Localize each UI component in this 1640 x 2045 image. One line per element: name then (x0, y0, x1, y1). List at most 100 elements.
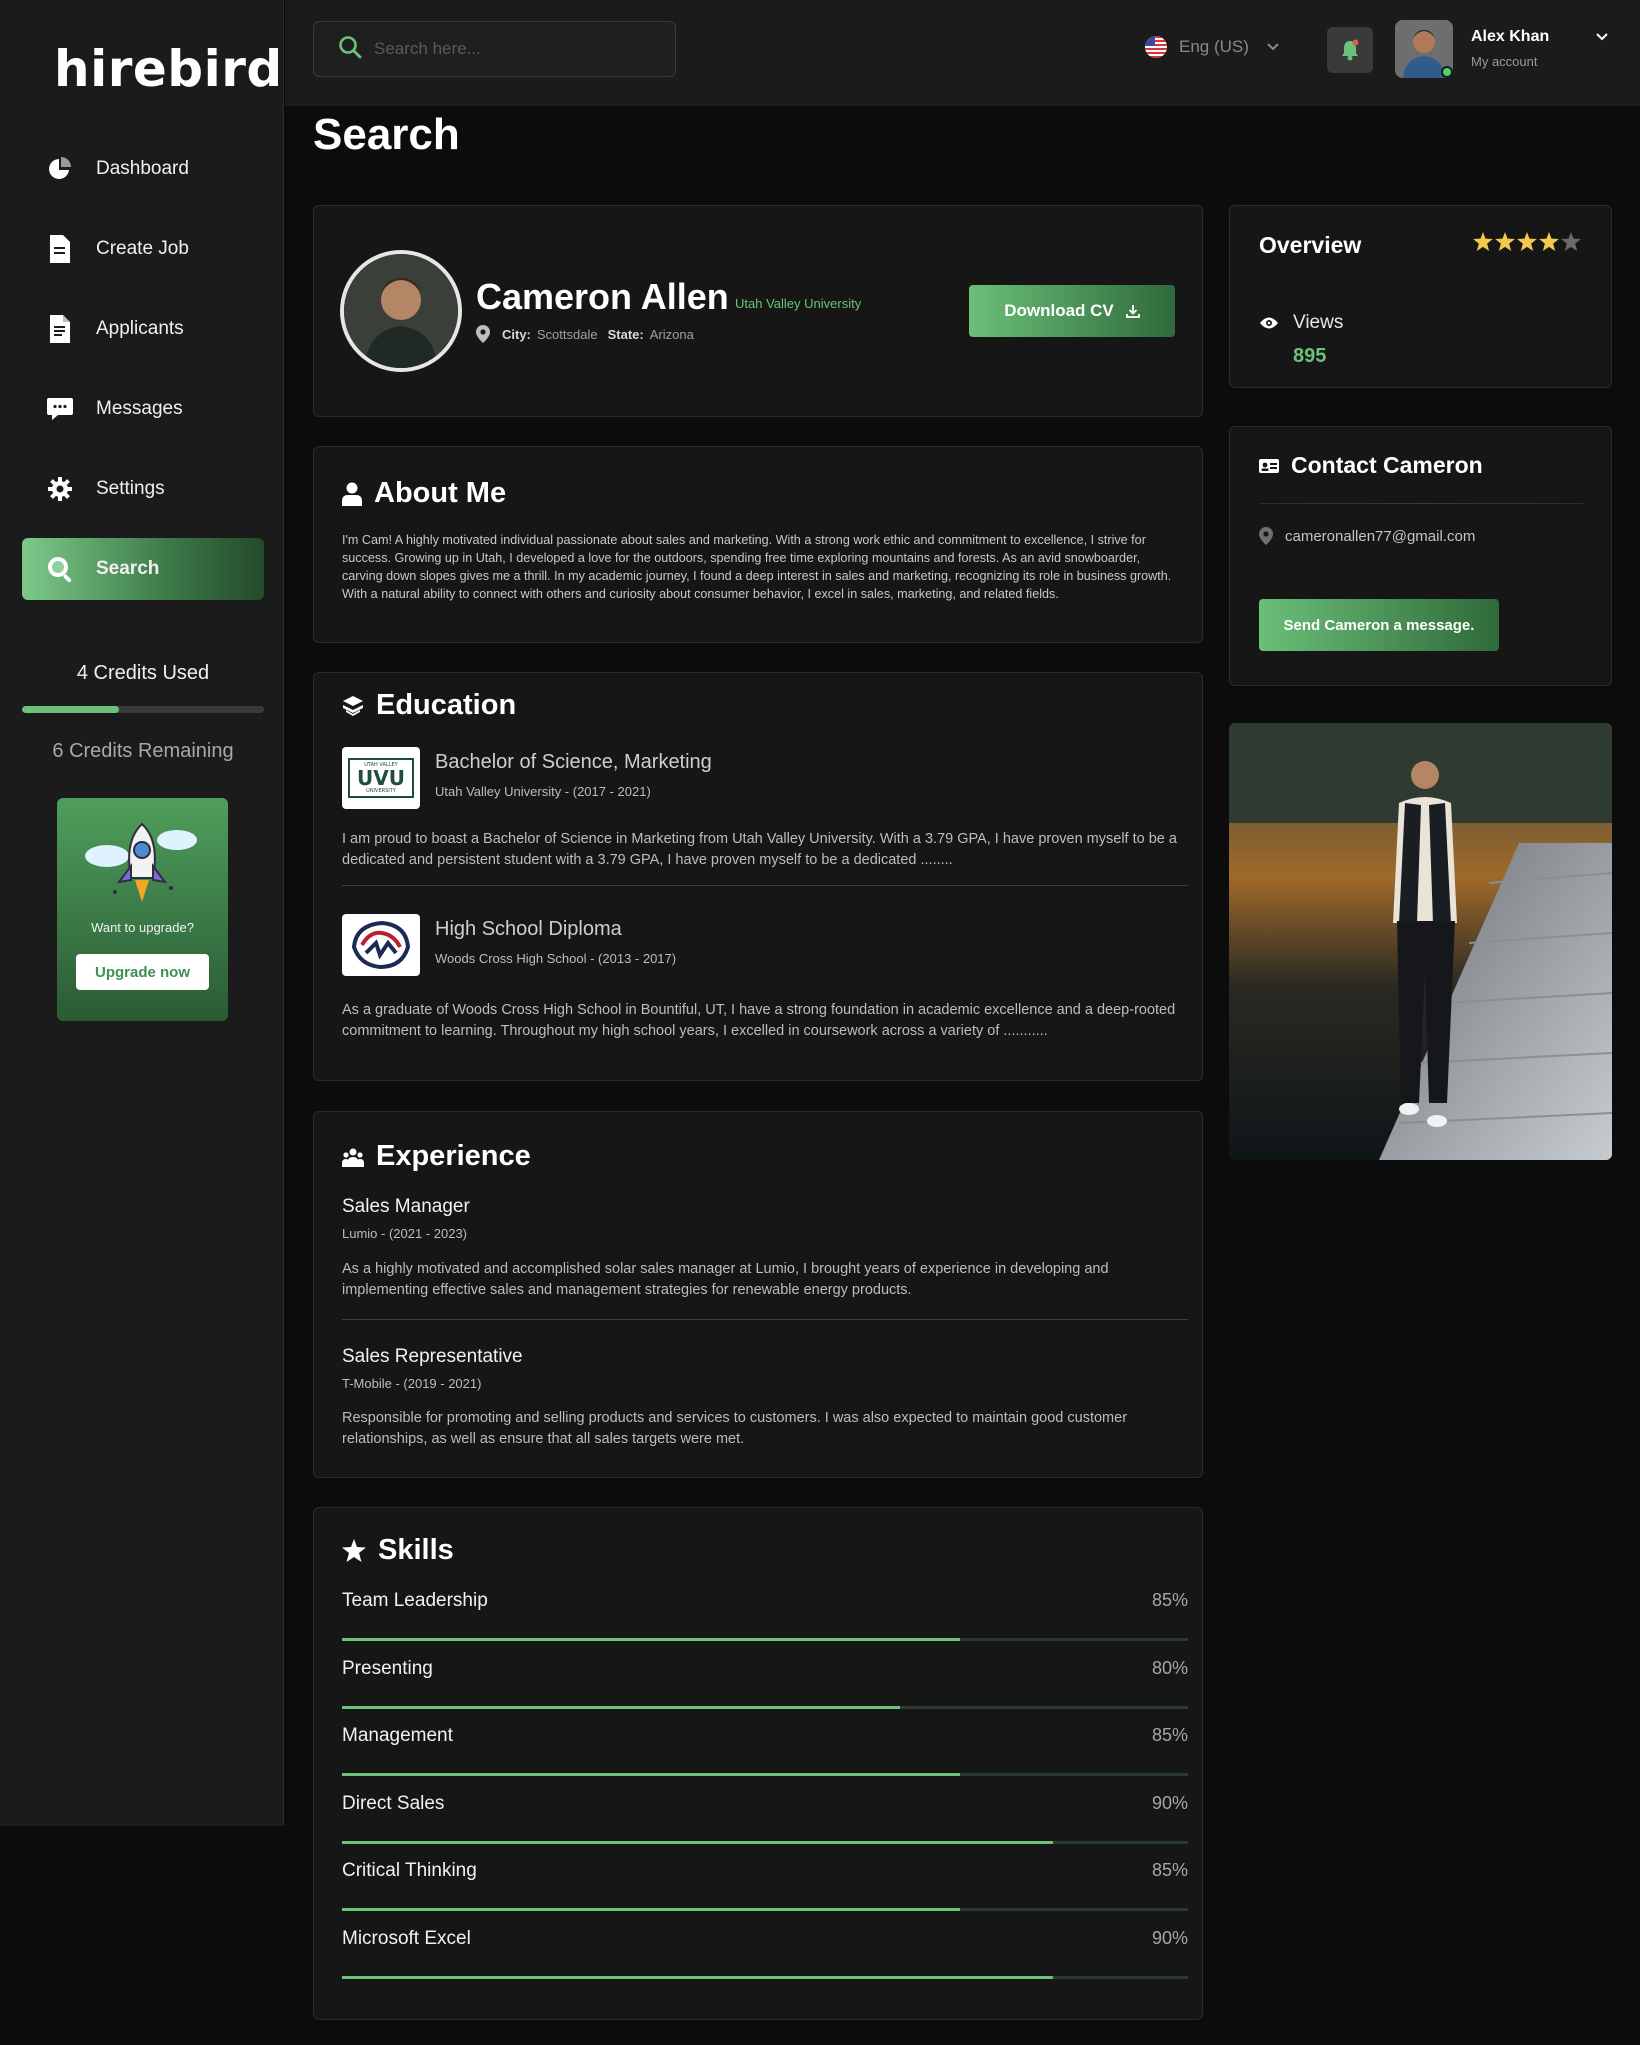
skill-label: Management (342, 1725, 453, 1746)
education-item: UTAH VALLEY UVU UNIVERSITY Bachelor of S… (342, 747, 1188, 868)
education-heading: Education (342, 689, 516, 722)
experience-role: Sales Manager (342, 1196, 470, 1217)
skill-label: Critical Thinking (342, 1860, 477, 1881)
sidebar-item-label: Create Job (96, 238, 189, 259)
layers-icon (342, 695, 364, 717)
skill-progress-bar (342, 1908, 1188, 1911)
education-card: Education UTAH VALLEY UVU UNIVERSITY Bac… (313, 672, 1203, 1081)
document-lines-icon (46, 315, 74, 343)
education-degree: High School Diploma (435, 918, 622, 940)
views-label: Views (1259, 312, 1343, 334)
sidebar-item-label: Settings (96, 478, 165, 499)
sidebar: hirebird Dashboard Create Job Applicants… (0, 0, 284, 1826)
education-school: Woods Cross High School - (2013 - 2017) (435, 951, 677, 966)
location-pin-icon (476, 325, 490, 343)
uvu-logo-text: UVU (357, 766, 405, 790)
skill-percent: 85% (1151, 1725, 1188, 1745)
download-cv-button[interactable]: Download CV (969, 285, 1175, 337)
state-value: Arizona (649, 326, 694, 342)
skill-progress-fill (342, 1840, 1053, 1844)
skill-progress-fill (342, 1705, 901, 1709)
document-icon (46, 235, 74, 263)
chevron-down-icon[interactable] (1596, 28, 1608, 46)
about-me-card: About Me I'm Cam! A highly motivated ind… (313, 446, 1203, 643)
experience-divider (342, 1319, 1188, 1320)
skill-percent: 90% (1151, 1792, 1188, 1813)
sidebar-item-label: Search (96, 558, 160, 579)
search-input[interactable] (374, 39, 634, 59)
user-name: Alex Khan (1471, 28, 1550, 45)
city-label: City: (502, 326, 531, 342)
skill-progress-fill (342, 1773, 960, 1776)
star-empty-icon (1561, 232, 1581, 256)
sidebar-item-create-job[interactable]: Create Job (22, 218, 264, 280)
user-icon (342, 482, 362, 506)
candidate-full-photo (1229, 723, 1612, 1160)
skill-progress-bar (342, 1975, 1188, 1979)
notifications-button[interactable] (1327, 27, 1373, 73)
skills-card: Skills Team Leadership 85% Presenting 80% Ma… (313, 1507, 1203, 2020)
credits-remaining-label: 6 Credits Remaining (52, 740, 234, 762)
experience-card: Experience Sales Manager Lumio - (2021 -… (313, 1111, 1203, 1478)
views-text: Views (1293, 312, 1344, 333)
sidebar-item-dashboard[interactable]: Dashboard (22, 138, 264, 200)
experience-description: As a highly motivated and accomplished s… (342, 1261, 1109, 1298)
skills-title: Skills (378, 1534, 454, 1566)
language-selector[interactable]: Eng (US) (1145, 36, 1279, 58)
upgrade-now-button[interactable]: Upgrade now (76, 954, 209, 990)
page-title: Search (313, 110, 460, 159)
candidate-university[interactable]: Utah Valley University (735, 296, 861, 311)
bell-icon (1340, 39, 1360, 61)
star-filled-icon (1539, 232, 1559, 256)
skill-progress-bar (342, 1773, 1188, 1776)
user-avatar[interactable] (1395, 20, 1453, 78)
sidebar-item-applicants[interactable]: Applicants (22, 298, 264, 360)
profile-photo (340, 250, 462, 372)
chat-bubble-icon (46, 395, 74, 423)
skill-progress-bar (342, 1840, 1188, 1844)
experience-heading: Experience (342, 1140, 531, 1173)
location-pin-icon (1259, 527, 1273, 545)
skill-item: Critical Thinking 85% (342, 1860, 1188, 1911)
education-degree: Bachelor of Science, Marketing (435, 751, 712, 773)
sidebar-item-messages[interactable]: Messages (22, 378, 264, 440)
star-icon (342, 1539, 366, 1562)
rocket-illustration (85, 822, 197, 902)
overview-card: Overview Views 895 (1229, 205, 1612, 388)
search-box[interactable] (313, 21, 676, 77)
contact-card: Contact Cameron cameronallen77@gmail.com… (1229, 426, 1612, 686)
gear-icon (46, 475, 74, 503)
education-description: I am proud to boast a Bachelor of Scienc… (342, 831, 1177, 868)
online-status-dot (1441, 66, 1453, 78)
star-filled-icon (1517, 232, 1537, 256)
education-item: High School Diploma Woods Cross High Sch… (342, 914, 1188, 1054)
id-card-icon (1259, 458, 1279, 474)
sidebar-item-label: Applicants (96, 318, 184, 339)
sidebar-item-label: Messages (96, 398, 183, 419)
education-school: Utah Valley University - (2017 - 2021) (435, 784, 651, 799)
download-cv-label: Download CV (1004, 301, 1114, 320)
experience-title: Experience (376, 1140, 531, 1172)
contact-email[interactable]: cameronallen77@gmail.com (1259, 527, 1475, 545)
hirebird-logo[interactable]: hirebird (54, 40, 283, 98)
skill-progress-fill (342, 1908, 960, 1911)
education-title: Education (376, 689, 517, 721)
skill-progress-fill (342, 1975, 1053, 1979)
experience-role: Sales Representative (342, 1346, 523, 1367)
skill-progress-bar (342, 1638, 1188, 1641)
credits-used-label: 4 Credits Used (76, 662, 210, 684)
rating-stars (1473, 232, 1581, 256)
search-icon (338, 35, 362, 64)
sidebar-item-settings[interactable]: Settings (22, 458, 264, 520)
sidebar-nav: Dashboard Create Job Applicants Messages… (22, 138, 264, 618)
city-value: Scottsdale (536, 326, 598, 342)
upgrade-card: Want to upgrade? Upgrade now (57, 798, 228, 1021)
skill-progress-bar (342, 1705, 1188, 1709)
sidebar-item-search[interactable]: Search (22, 538, 264, 600)
search-icon (46, 555, 74, 583)
state-label: State: (607, 326, 644, 342)
send-message-button[interactable]: Send Cameron a message. (1259, 599, 1499, 651)
overview-title: Overview (1259, 232, 1362, 258)
skill-percent: 90% (1151, 1927, 1188, 1948)
skill-label: Direct Sales (342, 1792, 445, 1814)
